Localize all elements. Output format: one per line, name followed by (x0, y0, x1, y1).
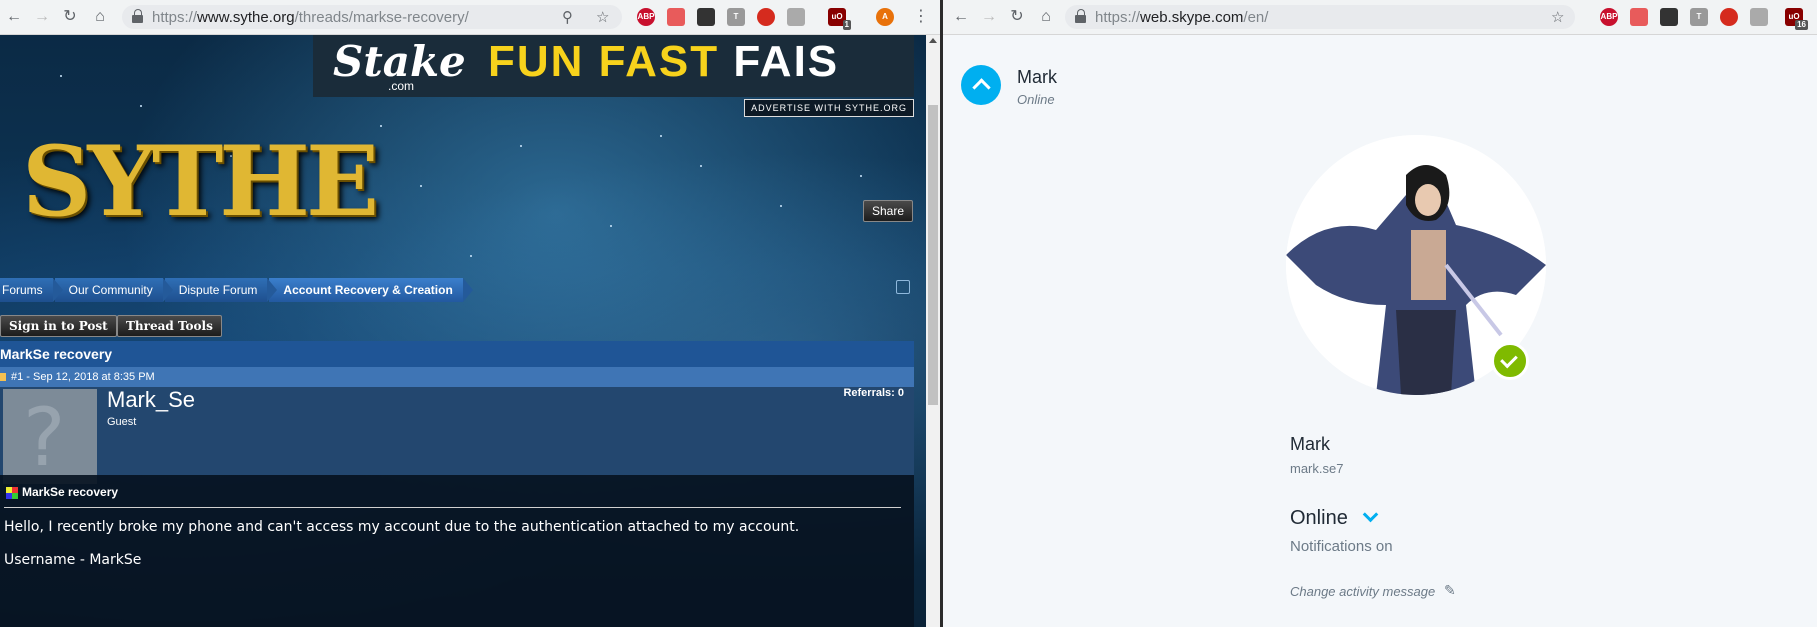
extension-t-icon[interactable]: T (727, 8, 745, 26)
extension-icon[interactable] (697, 8, 715, 26)
divider (4, 507, 901, 508)
scroll-up-arrow-icon[interactable] (929, 38, 937, 43)
post-meta: #1 - Sep 12, 2018 at 8:35 PM (0, 367, 914, 387)
adblock-plus-icon[interactable]: ABP (1600, 8, 1618, 26)
sythe-page: Stake .com FUN FAST FAIS ADVERTISE WITH … (0, 35, 926, 627)
breadcrumb-dispute-forum[interactable]: Dispute Forum (164, 278, 278, 302)
extension-icon[interactable] (667, 8, 685, 26)
profile-handle: mark.se7 (1290, 461, 1344, 476)
breadcrumb: Forums Our Community Dispute Forum Accou… (0, 278, 474, 302)
extension-icon[interactable] (787, 8, 805, 26)
extension-icon[interactable] (1750, 8, 1768, 26)
menu-icon[interactable]: ⋮ (911, 7, 931, 27)
scrollbar[interactable] (926, 35, 940, 627)
home-icon[interactable]: ⌂ (1036, 7, 1056, 27)
chevron-down-icon[interactable] (1362, 506, 1379, 523)
lock-icon (1075, 9, 1086, 24)
header-name: Mark (1017, 67, 1057, 87)
breadcrumb-account-recovery[interactable]: Account Recovery & Creation (269, 278, 474, 302)
post-icon (6, 486, 18, 499)
extension-icon[interactable] (1660, 8, 1678, 26)
reload-icon[interactable]: ↻ (60, 7, 80, 27)
advertise-button[interactable]: ADVERTISE WITH SYTHE.ORG (744, 99, 914, 117)
star-icon[interactable]: ☆ (1551, 8, 1564, 26)
key-icon[interactable]: ⚲ (562, 8, 573, 26)
back-arrow-icon[interactable]: ← (4, 7, 24, 27)
lock-icon (132, 9, 143, 24)
activity-message-field[interactable]: Change activity message (1290, 584, 1435, 599)
share-button[interactable]: Share (862, 200, 913, 222)
extension-icon[interactable] (1630, 8, 1648, 26)
status-dropdown[interactable]: Online (1290, 507, 1348, 530)
thread-tools-button[interactable]: Thread Tools (117, 315, 222, 337)
skype-profile-page: Mark Online Mark mark.se7 Online Notific… (943, 35, 1817, 627)
breadcrumb-our-community[interactable]: Our Community (54, 278, 173, 302)
username[interactable]: Mark_Se (107, 387, 195, 413)
referrals-count: Referrals: 0 (843, 387, 904, 399)
share-icon[interactable] (896, 280, 910, 294)
right-browser-toolbar: ← → ↻ ⌂ https://web.skype.com/en/ ☆ ABP … (943, 0, 1817, 35)
right-browser-window: ← → ↻ ⌂ https://web.skype.com/en/ ☆ ABP … (943, 0, 1817, 627)
user-avatar[interactable]: ? (3, 389, 97, 484)
online-presence-check-icon (1491, 342, 1529, 380)
forward-arrow-icon[interactable]: → (32, 7, 52, 27)
notifications-status[interactable]: Notifications on (1290, 538, 1393, 555)
post-text-line: Username - MarkSe (4, 552, 142, 568)
breadcrumb-forums[interactable]: Forums (0, 278, 63, 302)
collapse-chevron-up-icon[interactable] (961, 65, 1001, 105)
address-bar[interactable]: https://web.skype.com/en/ ☆ (1065, 5, 1575, 29)
pencil-edit-icon[interactable]: ✎ (1444, 582, 1456, 599)
home-icon[interactable]: ⌂ (90, 7, 110, 27)
sign-in-to-post-button[interactable]: Sign in to Post (0, 315, 117, 337)
ad-logo-sub: .com (388, 79, 415, 93)
address-bar[interactable]: https://www.sythe.org/threads/markse-rec… (122, 5, 622, 29)
ad-banner[interactable]: Stake .com FUN FAST FAIS (313, 35, 914, 97)
back-arrow-icon[interactable]: ← (951, 7, 971, 27)
post-text-line: Hello, I recently broke my phone and can… (4, 519, 800, 535)
reload-icon[interactable]: ↻ (1007, 7, 1027, 27)
star-icon[interactable]: ☆ (596, 8, 609, 26)
ublock-origin-icon[interactable]: uO 1 (828, 8, 851, 30)
sythe-logo[interactable]: SYTHE (22, 125, 379, 238)
opera-icon[interactable] (1720, 8, 1738, 26)
forward-arrow-icon[interactable]: → (979, 7, 999, 27)
post-status-icon (0, 373, 6, 382)
ublock-origin-icon[interactable]: uO 16 (1785, 8, 1808, 30)
url-text: https://www.sythe.org/threads/markse-rec… (152, 9, 469, 26)
extension-t-icon[interactable]: T (1690, 8, 1708, 26)
user-title: Guest (107, 416, 137, 428)
profile-avatar-icon[interactable]: A (876, 8, 894, 26)
header-status: Online (1017, 92, 1055, 107)
post-body: MarkSe recovery Hello, I recently broke … (0, 475, 914, 627)
scroll-thumb[interactable] (928, 105, 938, 405)
profile-name: Mark (1290, 434, 1330, 454)
opera-icon[interactable] (757, 8, 775, 26)
adblock-plus-icon[interactable]: ABP (637, 8, 655, 26)
left-browser-window: ← → ↻ ⌂ https://www.sythe.org/threads/ma… (0, 0, 940, 627)
left-browser-toolbar: ← → ↻ ⌂ https://www.sythe.org/threads/ma… (0, 0, 940, 35)
post-header: ? Mark_Se Guest Referrals: 0 (0, 387, 914, 484)
post-title: MarkSe recovery (6, 485, 118, 499)
ad-slogan: FUN FAST FAIS (488, 37, 840, 86)
question-mark-icon: ? (23, 391, 66, 484)
url-text: https://web.skype.com/en/ (1095, 9, 1269, 26)
thread-title: MarkSe recovery (0, 341, 914, 367)
